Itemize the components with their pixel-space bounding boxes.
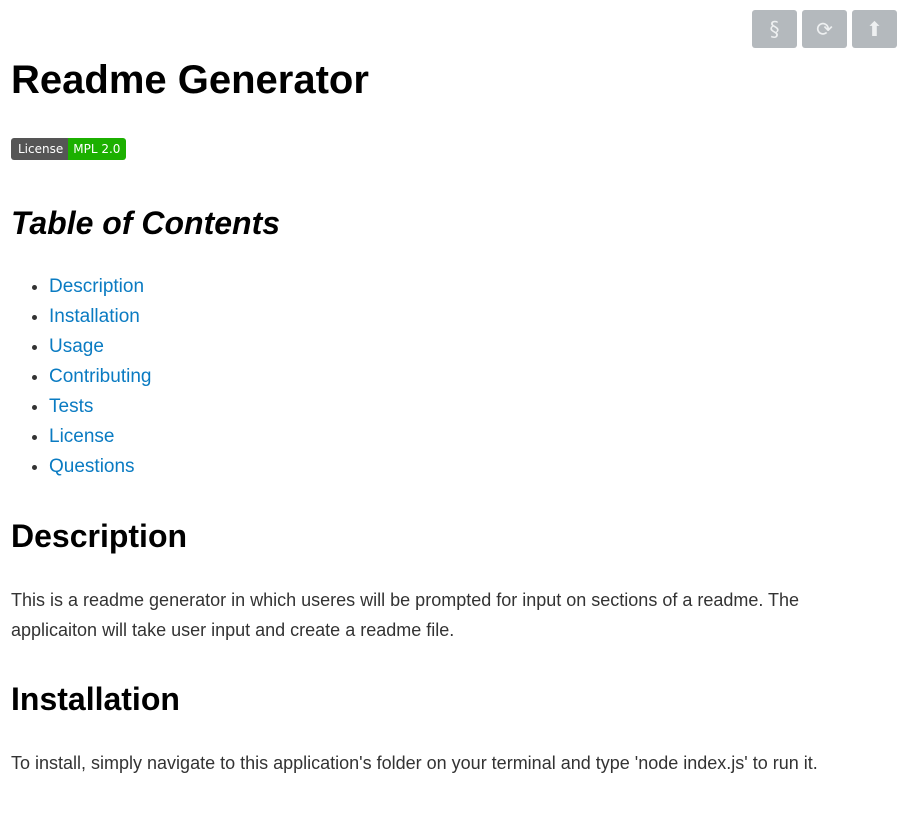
refresh-icon: ⟳ (816, 17, 833, 41)
toc-link-usage[interactable]: Usage (49, 336, 104, 357)
list-item: Usage (49, 332, 151, 362)
installation-heading: Installation (11, 681, 180, 717)
toc-link-license[interactable]: License (49, 426, 115, 447)
installation-text: To install, simply navigate to this appl… (11, 753, 818, 773)
list-item: Questions (49, 452, 151, 482)
arrow-up-icon: ⬆ (866, 17, 883, 41)
toc-link-tests[interactable]: Tests (49, 396, 93, 417)
page-title: Readme Generator (11, 58, 369, 102)
license-badge[interactable]: License MPL 2.0 (11, 138, 127, 160)
list-item: Contributing (49, 362, 151, 392)
toc-link-description[interactable]: Description (49, 276, 144, 297)
list-item: License (49, 422, 151, 452)
license-badge-value: MPL 2.0 (68, 138, 127, 160)
scroll-top-button[interactable]: ⬆ (852, 10, 897, 48)
list-item: Tests (49, 392, 151, 422)
toc-link-installation[interactable]: Installation (49, 306, 140, 327)
refresh-button[interactable]: ⟳ (802, 10, 847, 48)
toolbar: § ⟳ ⬆ (752, 10, 897, 48)
toc-link-questions[interactable]: Questions (49, 456, 135, 477)
description-heading: Description (11, 518, 188, 554)
list-item: Description (49, 272, 151, 302)
table-of-contents: Description Installation Usage Contribut… (11, 272, 151, 482)
license-badge-label: License (11, 138, 69, 160)
section-sign-icon: § (769, 17, 780, 41)
toc-heading: Table of Contents (11, 205, 281, 241)
list-item: Installation (49, 302, 151, 332)
description-text: This is a readme generator in which user… (11, 590, 800, 640)
section-button[interactable]: § (752, 10, 797, 48)
toc-link-contributing[interactable]: Contributing (49, 366, 151, 387)
